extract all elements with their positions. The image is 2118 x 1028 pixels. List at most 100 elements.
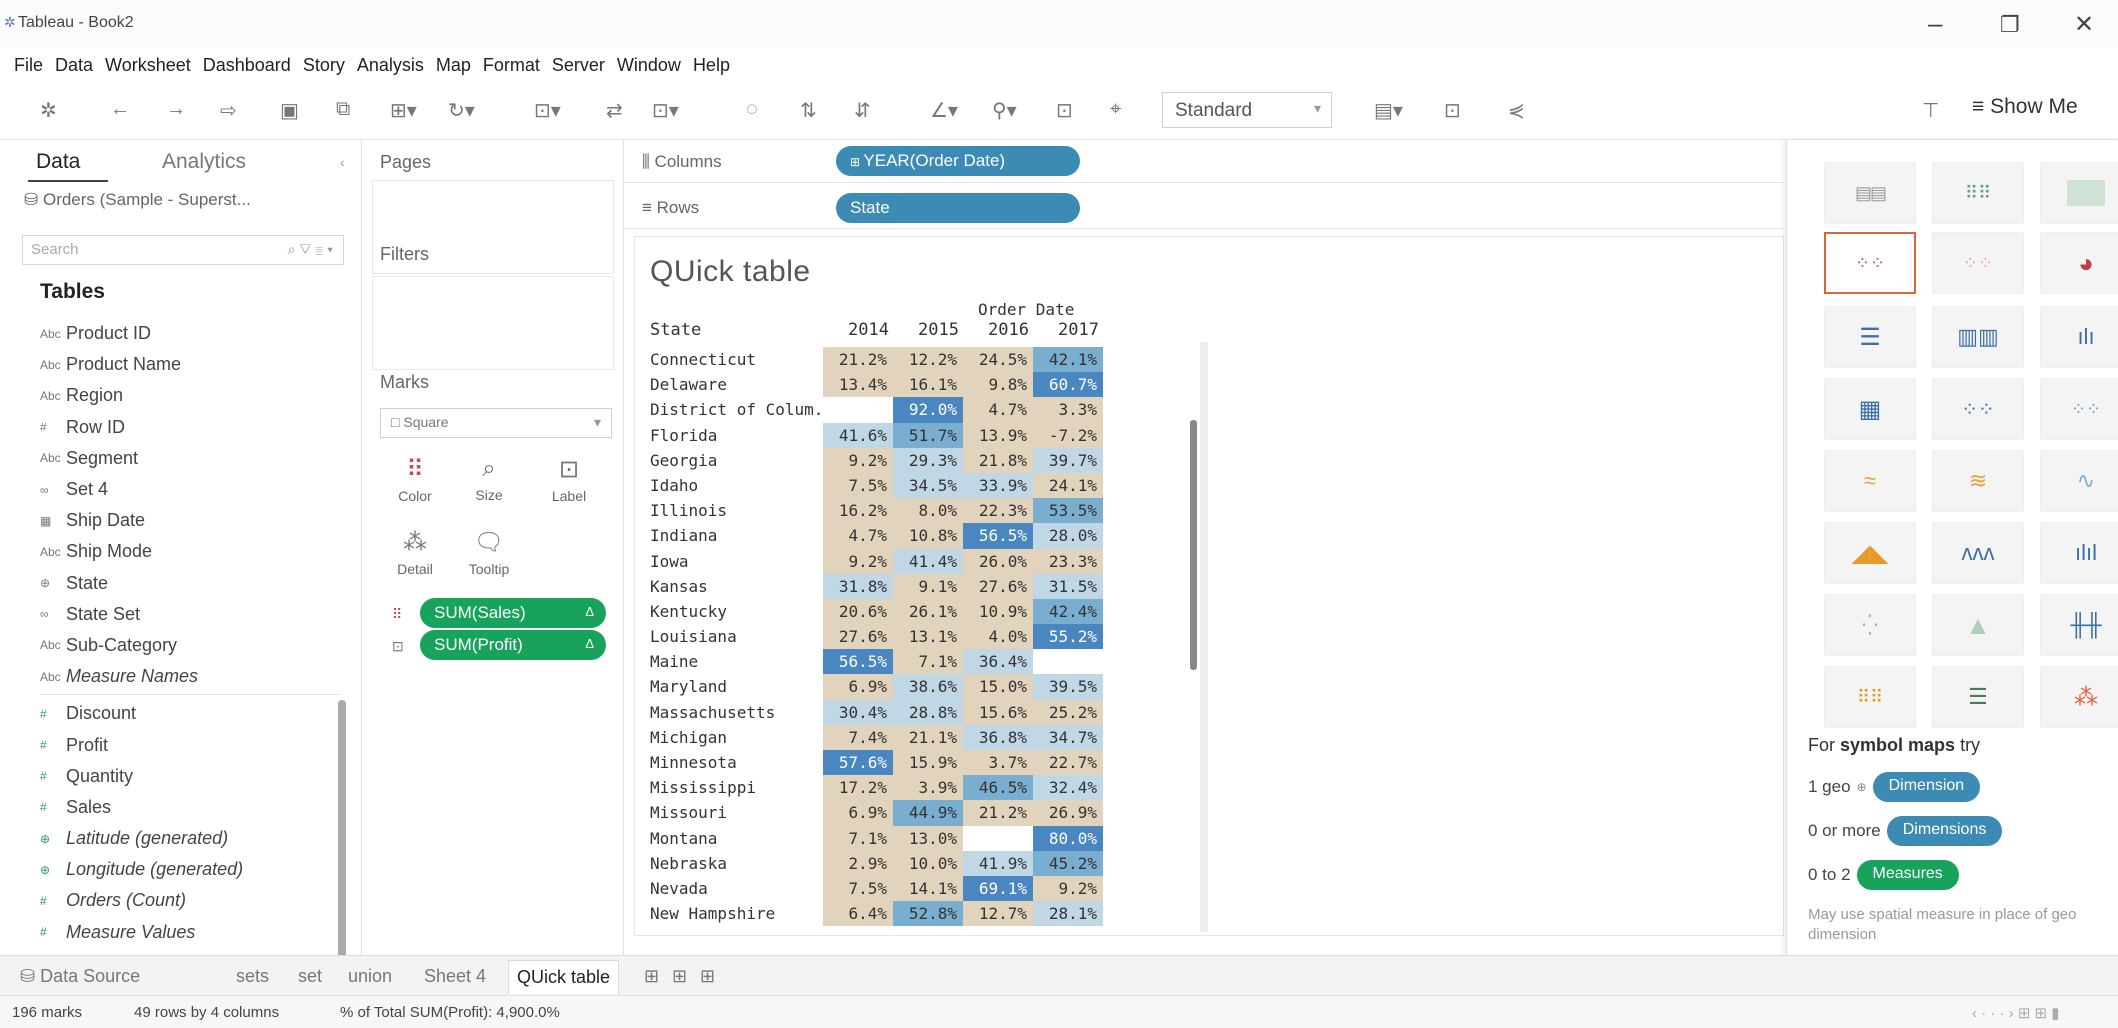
- table-cell[interactable]: 41.6%: [823, 422, 893, 448]
- table-cell[interactable]: 29.3%: [893, 447, 963, 473]
- table-cell[interactable]: 6.9%: [823, 674, 893, 700]
- table-cell[interactable]: 45.2%: [1033, 850, 1103, 876]
- columns-pill-year-order-date[interactable]: ⊞ YEAR(Order Date): [836, 146, 1080, 176]
- table-cell[interactable]: 69.1%: [963, 875, 1033, 902]
- mark-pill-sum-profit[interactable]: SUM(Profit) Δ: [420, 630, 606, 660]
- undo-icon[interactable]: ←: [110, 98, 130, 121]
- size-button[interactable]: ⌕ Size: [460, 455, 518, 517]
- table-cell[interactable]: 15.6%: [963, 699, 1033, 725]
- table-cell[interactable]: [1033, 649, 1103, 674]
- state-label[interactable]: Maryland: [650, 674, 823, 699]
- table-cell[interactable]: 13.1%: [893, 624, 963, 650]
- show-me-horizontal-bars[interactable]: ☰: [1824, 306, 1916, 368]
- state-label[interactable]: District of Colum..: [650, 397, 823, 422]
- table-cell[interactable]: 16.2%: [823, 498, 893, 524]
- rows-pill-state[interactable]: State: [836, 193, 1080, 223]
- field-item[interactable]: Abc Segment: [40, 443, 340, 474]
- menu-help[interactable]: Help: [693, 55, 730, 76]
- table-cell[interactable]: 6.9%: [823, 800, 893, 826]
- show-me-filled-map[interactable]: ⁘⁘: [1932, 232, 2024, 294]
- table-cell[interactable]: 9.2%: [823, 548, 893, 574]
- restore-icon[interactable]: ❐: [2000, 12, 2020, 38]
- labels-icon[interactable]: ⊡: [1056, 98, 1073, 123]
- table-cell[interactable]: 24.1%: [1033, 472, 1103, 499]
- pen-icon[interactable]: ∠▾: [930, 98, 958, 123]
- table-cell[interactable]: 3.3%: [1033, 397, 1103, 423]
- filters-shelf[interactable]: [372, 276, 614, 370]
- table-cell[interactable]: 55.2%: [1033, 624, 1103, 650]
- field-item[interactable]: ⊕ Longitude (generated): [40, 854, 340, 885]
- datasource-item[interactable]: ⛁ Orders (Sample - Superst...: [24, 190, 251, 210]
- show-me-area-discrete[interactable]: ʌʌʌ: [1932, 522, 2024, 584]
- menu-story[interactable]: Story: [303, 55, 345, 76]
- table-cell[interactable]: 46.5%: [963, 775, 1033, 801]
- table-cell[interactable]: 60.7%: [1033, 372, 1103, 398]
- sort-icon[interactable]: ⊡▾: [652, 98, 679, 123]
- table-cell[interactable]: [823, 397, 893, 422]
- state-label[interactable]: Nebraska: [650, 851, 823, 876]
- show-me-box-and-whisker[interactable]: ╫╫: [2040, 594, 2118, 656]
- field-item[interactable]: # Row ID: [40, 412, 340, 443]
- table-cell[interactable]: 9.1%: [893, 573, 963, 599]
- minimize-icon[interactable]: –: [1928, 8, 1942, 39]
- table-cell[interactable]: 36.4%: [963, 649, 1033, 675]
- field-item[interactable]: ∞ Set 4: [40, 474, 340, 505]
- table-cell[interactable]: 14.1%: [893, 875, 963, 902]
- table-cell[interactable]: 15.9%: [893, 750, 963, 776]
- view-controls-icon[interactable]: ‹ · · · › ⊞ ⊞ ▮: [1972, 1004, 2060, 1022]
- show-me-treemap[interactable]: ▦: [1824, 378, 1916, 440]
- show-me-side-by-side-circles[interactable]: ⁘⁘: [2040, 378, 2118, 440]
- table-cell[interactable]: 56.5%: [823, 649, 893, 675]
- show-me-side-by-side-bars[interactable]: ılı: [2040, 306, 2118, 368]
- table-cell[interactable]: 32.4%: [1033, 775, 1103, 801]
- new-worksheet-icon[interactable]: ⊞▾: [390, 98, 417, 123]
- state-label[interactable]: Missouri: [650, 800, 823, 825]
- state-label[interactable]: Illinois: [650, 498, 823, 523]
- detail-button[interactable]: ⁂ Detail: [386, 528, 444, 590]
- new-sheet-icon[interactable]: ⊡▾: [534, 98, 561, 123]
- table-cell[interactable]: 38.6%: [893, 674, 963, 700]
- table-cell[interactable]: 21.8%: [963, 447, 1033, 473]
- sheet-tab-sets[interactable]: sets: [236, 966, 269, 987]
- sort-desc-icon[interactable]: ⇵: [854, 98, 871, 123]
- table-cell[interactable]: 41.4%: [893, 548, 963, 574]
- show-me-pie-chart[interactable]: ◕: [2040, 232, 2118, 294]
- state-label[interactable]: Georgia: [650, 448, 823, 473]
- show-me-circle-views[interactable]: ⁘⁘: [1932, 378, 2024, 440]
- field-item[interactable]: ⊕ State: [40, 568, 340, 599]
- field-item[interactable]: Abc Ship Mode: [40, 536, 340, 567]
- table-cell[interactable]: [963, 826, 1033, 851]
- state-label[interactable]: Connecticut: [650, 347, 823, 372]
- table-cell[interactable]: 92.0%: [893, 397, 963, 423]
- show-me-area-continuous[interactable]: ◢◣: [1824, 522, 1916, 584]
- share-icon[interactable]: ⋞: [1508, 98, 1525, 123]
- year-header-2016[interactable]: 2016: [963, 320, 1029, 340]
- field-item[interactable]: # Sales: [40, 792, 340, 823]
- viz-scrollbar[interactable]: [1190, 420, 1197, 670]
- replay-icon[interactable]: ⇨: [220, 98, 237, 123]
- state-label[interactable]: New Hampshire: [650, 901, 823, 926]
- show-me-heat-map[interactable]: ⠿⠿: [1932, 162, 2024, 224]
- table-cell[interactable]: 10.9%: [963, 598, 1033, 625]
- table-cell[interactable]: 44.9%: [893, 800, 963, 826]
- table-cell[interactable]: 21.1%: [893, 724, 963, 750]
- field-item[interactable]: Abc Measure Names: [40, 661, 340, 692]
- show-me-symbol-map[interactable]: ⁘⁘: [1824, 232, 1916, 294]
- table-cell[interactable]: 31.5%: [1033, 573, 1103, 599]
- save-icon[interactable]: ▣: [280, 98, 299, 123]
- table-cell[interactable]: 9.8%: [963, 372, 1033, 398]
- highlight-icon[interactable]: ◌: [746, 98, 758, 121]
- table-cell[interactable]: 42.4%: [1033, 598, 1103, 625]
- table-cell[interactable]: 7.5%: [823, 472, 893, 499]
- show-me-text-table[interactable]: ▤▤: [1824, 162, 1916, 224]
- table-cell[interactable]: 12.7%: [963, 901, 1033, 927]
- menu-data[interactable]: Data: [55, 55, 93, 76]
- menu-worksheet[interactable]: Worksheet: [105, 55, 191, 76]
- table-cell[interactable]: 7.1%: [823, 825, 893, 851]
- table-cell[interactable]: 26.0%: [963, 548, 1033, 574]
- table-cell[interactable]: 53.5%: [1033, 498, 1103, 524]
- menu-server[interactable]: Server: [552, 55, 605, 76]
- show-me-gantt[interactable]: ⠿⠿: [1824, 666, 1916, 728]
- table-cell[interactable]: 26.9%: [1033, 800, 1103, 826]
- sheet-tab-union[interactable]: union: [348, 966, 392, 987]
